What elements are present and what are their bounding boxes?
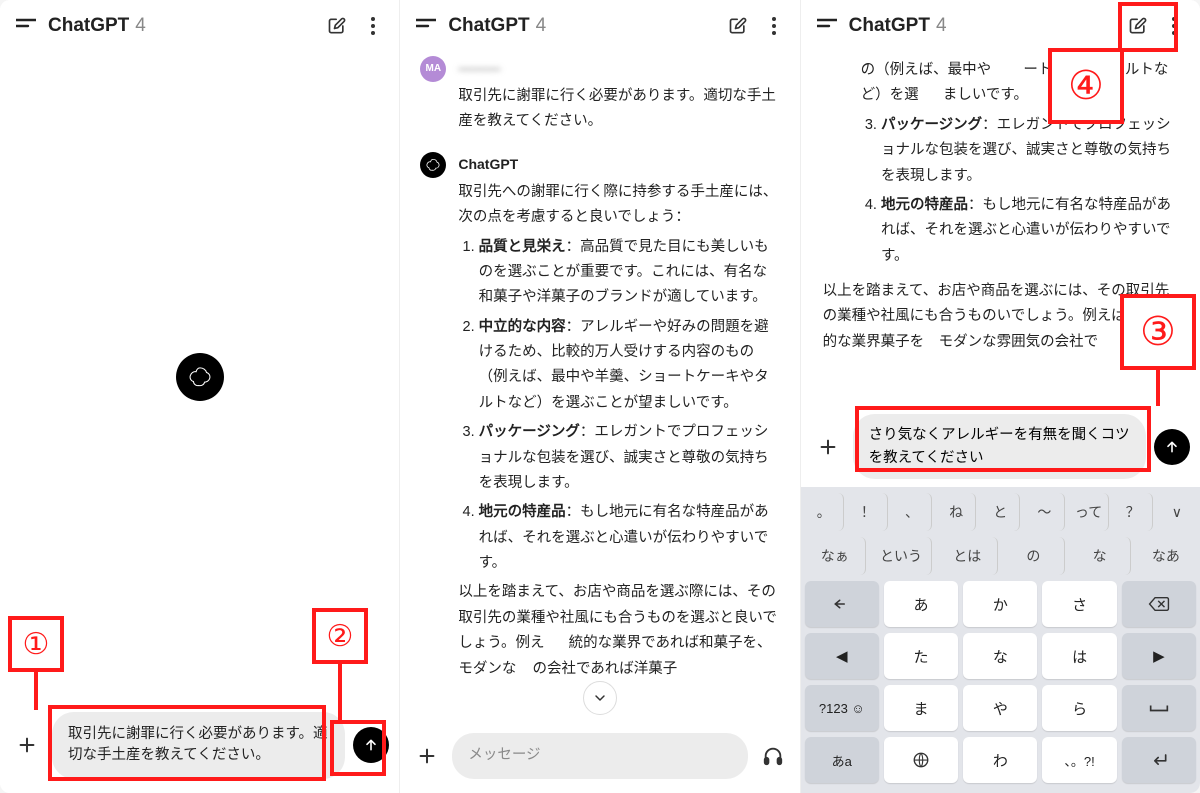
kbd-key[interactable]: あ bbox=[884, 581, 958, 627]
chatgpt-logo-icon bbox=[176, 353, 224, 401]
kbd-enter-key[interactable] bbox=[1122, 737, 1196, 783]
app-title: ChatGPT 4 bbox=[448, 15, 546, 37]
app-header: ChatGPT 4 bbox=[0, 0, 399, 52]
kbd-backspace-key[interactable] bbox=[1122, 581, 1196, 627]
panel-2-chat: ChatGPT 4 MA ——— 取引先に謝罪に行く必要があります。適切な手土産… bbox=[400, 0, 800, 793]
kbd-key[interactable]: さ bbox=[1042, 581, 1116, 627]
app-name: ChatGPT bbox=[48, 15, 129, 37]
list-item: 中立的な内容：アレルギーや好みの問題を避けるため、比較的万人受けする内容のもの（… bbox=[479, 315, 780, 417]
kbd-suggestion[interactable]: 。 bbox=[805, 493, 844, 531]
kbd-right-key[interactable]: ▶ bbox=[1122, 633, 1196, 679]
menu-icon[interactable] bbox=[12, 12, 40, 40]
soft-keyboard: 。 ！ 、 ね と 〜 って ？ ∨ なぁ という とは の な なあ あ bbox=[801, 487, 1200, 793]
message-input[interactable]: 取引先に謝罪に行く必要があります。適切な手土産を教えてください。 bbox=[52, 712, 345, 780]
kbd-lang-key[interactable]: あa bbox=[805, 737, 879, 783]
headphones-icon[interactable] bbox=[756, 739, 790, 773]
kbd-suggestion[interactable]: の bbox=[1003, 537, 1064, 575]
assistant-message-continued: の（例えば、最中や ートケーキやタルトなど）を選 ましいです。 パッケージング：… bbox=[823, 58, 1178, 355]
kbd-suggestion[interactable]: とは bbox=[937, 537, 998, 575]
kbd-suggestion[interactable]: な bbox=[1070, 537, 1131, 575]
kbd-suggestion[interactable]: 、 bbox=[893, 493, 932, 531]
more-icon[interactable] bbox=[1160, 12, 1188, 40]
kbd-suggestion[interactable]: って bbox=[1070, 493, 1109, 531]
list-item: 地元の特産品：もし地元に有名な特産品があれば、それを選ぶと心遣いが伝わりやすいで… bbox=[881, 193, 1178, 269]
app-header: ChatGPT 4 bbox=[801, 0, 1200, 52]
chat-scroll-area[interactable]: の（例えば、最中や ートケーキやタルトなど）を選 ましいです。 パッケージング：… bbox=[801, 52, 1200, 406]
message-input-text: 取引先に謝罪に行く必要があります。適切な手土産を教えてください。 bbox=[68, 724, 329, 768]
list-item: パッケージング：エレガントでプロフェッショナルな包装を選び、誠実さと尊敬の気持ち… bbox=[479, 420, 780, 496]
list-item: 品質と見栄え：高品質で見た目にも美しいものを選ぶことが重要です。これには、有名な… bbox=[479, 235, 780, 311]
kbd-mode-key[interactable]: ?123 ☺ bbox=[805, 685, 879, 731]
app-header: ChatGPT 4 bbox=[400, 0, 799, 52]
kbd-key[interactable]: た bbox=[884, 633, 958, 679]
kbd-suggestion[interactable]: 〜 bbox=[1025, 493, 1064, 531]
panel-1-empty-chat: ChatGPT 4 取引先に謝罪に行く必要があります。適切な手土産を教えてくださ… bbox=[0, 0, 400, 793]
message-input-placeholder: メッセージ bbox=[468, 745, 540, 767]
assistant-outro: 以上を踏まえて、お店や商品を選ぶには、その取引先の業種や社風にも合うものいでしょ… bbox=[823, 279, 1178, 355]
list-item: 地元の特産品：もし地元に有名な特産品があれば、それを選ぶと心遣いが伝わりやすいで… bbox=[479, 500, 780, 576]
assistant-outro: 以上を踏まえて、お店や商品を選ぶ際には、その取引先の業種や社風にも合うものを選ぶ… bbox=[458, 580, 779, 682]
new-chat-icon[interactable] bbox=[724, 12, 752, 40]
user-message: MA ——— 取引先に謝罪に行く必要があります。適切な手土産を教えてください。 bbox=[420, 56, 779, 134]
assistant-name: ChatGPT bbox=[458, 152, 779, 177]
composer: さり気なくアレルギーを有無を聞くコツを教えてください bbox=[801, 406, 1200, 487]
kbd-undo-key[interactable] bbox=[805, 581, 879, 627]
attach-icon[interactable] bbox=[410, 739, 444, 773]
send-button[interactable] bbox=[353, 727, 389, 763]
user-avatar: MA bbox=[420, 56, 446, 82]
kbd-key[interactable]: は bbox=[1042, 633, 1116, 679]
attach-icon[interactable] bbox=[811, 430, 845, 464]
attach-icon[interactable] bbox=[10, 728, 44, 762]
kbd-suggestion[interactable]: と bbox=[981, 493, 1020, 531]
new-chat-icon[interactable] bbox=[323, 12, 351, 40]
user-name: ——— bbox=[458, 56, 779, 81]
kbd-suggestion[interactable]: ！ bbox=[849, 493, 888, 531]
kbd-suggestion[interactable]: ？ bbox=[1114, 493, 1153, 531]
send-button[interactable] bbox=[1154, 429, 1190, 465]
kbd-space-key[interactable] bbox=[1122, 685, 1196, 731]
kbd-key[interactable]: や bbox=[963, 685, 1037, 731]
user-message-text: 取引先に謝罪に行く必要があります。適切な手土産を教えてください。 bbox=[458, 84, 779, 135]
empty-chat-area bbox=[0, 52, 399, 702]
more-icon[interactable] bbox=[359, 12, 387, 40]
menu-icon[interactable] bbox=[412, 12, 440, 40]
kbd-suggestion[interactable]: ね bbox=[937, 493, 976, 531]
composer: 取引先に謝罪に行く必要があります。適切な手土産を教えてください。 bbox=[0, 702, 399, 793]
chat-scroll-area[interactable]: MA ——— 取引先に謝罪に行く必要があります。適切な手土産を教えてください。 … bbox=[400, 52, 799, 723]
kbd-suggestion[interactable]: なぁ bbox=[805, 537, 866, 575]
menu-icon[interactable] bbox=[813, 12, 841, 40]
kbd-globe-key[interactable] bbox=[884, 737, 958, 783]
assistant-message: ChatGPT 取引先への謝罪に行く際に持参する手土産には、次の点を考慮すると良… bbox=[420, 152, 779, 682]
kbd-punct-key[interactable]: 、。?! bbox=[1042, 737, 1116, 783]
new-chat-icon[interactable] bbox=[1124, 12, 1152, 40]
message-input[interactable]: メッセージ bbox=[452, 733, 747, 779]
message-input-text: さり気なくアレルギーを有無を聞くコツを教えてください bbox=[869, 427, 1130, 465]
kbd-key[interactable]: な bbox=[963, 633, 1037, 679]
list-item: パッケージング：エレガントでプロフェッショナルな包装を選び、誠実さと尊敬の気持ち… bbox=[881, 113, 1178, 189]
kbd-key[interactable]: わ bbox=[963, 737, 1037, 783]
kbd-key[interactable]: か bbox=[963, 581, 1037, 627]
app-title: ChatGPT 4 bbox=[48, 15, 146, 37]
kbd-left-key[interactable]: ◀ bbox=[805, 633, 879, 679]
message-input[interactable]: さり気なくアレルギーを有無を聞くコツを教えてください bbox=[853, 414, 1146, 479]
more-icon[interactable] bbox=[760, 12, 788, 40]
kbd-suggestion[interactable]: という bbox=[871, 537, 932, 575]
composer: メッセージ bbox=[400, 723, 799, 793]
app-title: ChatGPT 4 bbox=[849, 15, 947, 37]
panel-3-followup: ChatGPT 4 の（例えば、最中や ートケーキやタルトなど）を選 ましいです… bbox=[801, 0, 1200, 793]
kbd-key[interactable]: ら bbox=[1042, 685, 1116, 731]
assistant-intro: 取引先への謝罪に行く際に持参する手土産には、次の点を考慮すると良いでしょう： bbox=[458, 180, 779, 231]
assistant-points-list-cont: パッケージング：エレガントでプロフェッショナルな包装を選び、誠実さと尊敬の気持ち… bbox=[861, 113, 1178, 269]
chatgpt-avatar-icon bbox=[420, 152, 446, 178]
kbd-suggestion[interactable]: なあ bbox=[1136, 537, 1196, 575]
kbd-key[interactable]: ま bbox=[884, 685, 958, 731]
assistant-points-list: 品質と見栄え：高品質で見た目にも美しいものを選ぶことが重要です。これには、有名な… bbox=[458, 235, 779, 577]
scroll-to-bottom-button[interactable] bbox=[583, 681, 617, 715]
app-version: 4 bbox=[135, 15, 146, 37]
kbd-suggestion-more[interactable]: ∨ bbox=[1158, 493, 1196, 531]
